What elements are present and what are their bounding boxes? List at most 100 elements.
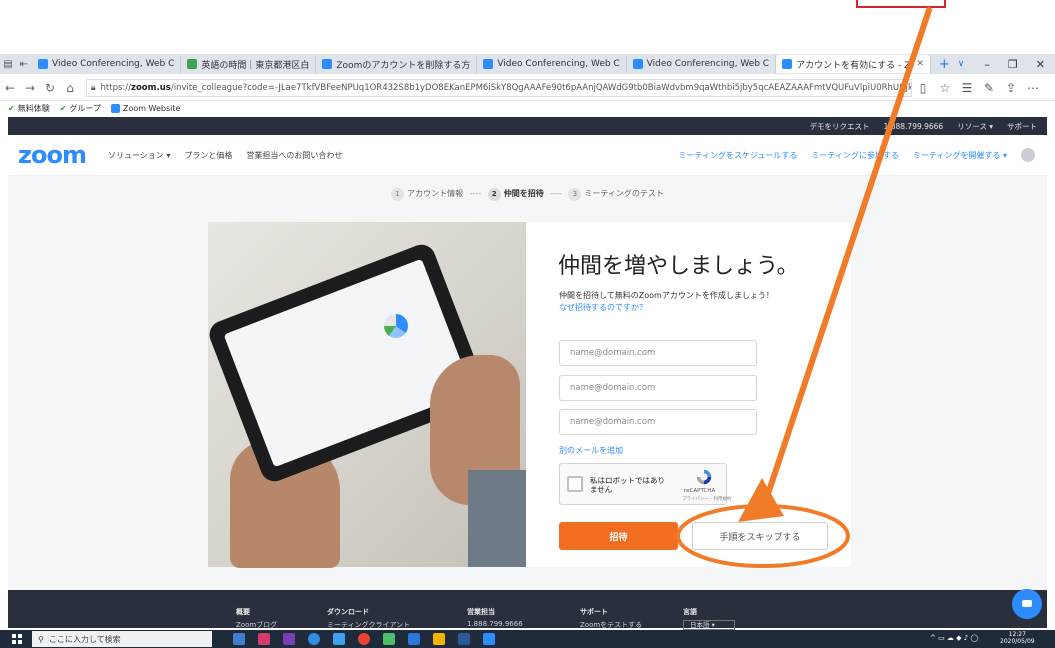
search-placeholder: ここに入力して検索 [48, 634, 121, 644]
restore-icon[interactable]: ❐ [1008, 58, 1018, 71]
edge-browser-icon[interactable] [308, 633, 320, 645]
step-number: 3 [568, 188, 582, 201]
url-prefix: https:// [100, 83, 131, 93]
chrome-icon[interactable] [358, 633, 370, 645]
browser-tab[interactable]: Video Conferencing, Web C [32, 55, 182, 73]
recaptcha-logo-icon [696, 469, 712, 485]
footer-heading: 営業担当 [467, 608, 495, 616]
close-window-icon[interactable]: ✕ [1036, 58, 1045, 71]
favorites-bar: ✔ 無料体験 ✔ グループ Zoom Website [0, 101, 1055, 116]
nav-plans-pricing[interactable]: プランと価格 [184, 150, 232, 161]
chat-icon[interactable] [1012, 589, 1042, 619]
app-icon[interactable] [283, 633, 295, 645]
avatar[interactable] [1021, 148, 1035, 162]
zoom-logo[interactable]: zoom [18, 141, 87, 169]
resources-menu[interactable]: リソース ▾ [957, 121, 993, 132]
minimize-icon[interactable]: – [984, 58, 990, 71]
tab-title: Video Conferencing, Web C [646, 59, 770, 69]
address-bar-row: ← → ↻ ⌂ 🔒︎ https://zoom.us/invite_collea… [0, 76, 1055, 101]
url-domain: zoom.us [131, 83, 171, 93]
favorite-star-icon[interactable]: ☆ [934, 81, 956, 95]
email-field-1[interactable] [559, 340, 757, 366]
zoom-footer [8, 590, 1047, 628]
schedule-meeting-link[interactable]: ミーティングをスケジュールする [678, 150, 797, 161]
app-icon[interactable] [408, 633, 420, 645]
zoom-favicon-icon [322, 59, 333, 69]
language-select[interactable]: 日本語 ▾ [683, 620, 735, 630]
browser-tab[interactable]: 英語の時間｜東京都港区白 [181, 55, 317, 73]
zoom-app-icon[interactable] [483, 633, 495, 645]
set-aside-tabs-icon[interactable]: ⇤ [16, 59, 32, 70]
back-icon[interactable]: ← [0, 81, 20, 95]
url-field[interactable]: 🔒︎ https://zoom.us/invite_colleague?code… [86, 79, 912, 97]
skip-step-button[interactable]: 手順をスキップする [692, 522, 828, 550]
why-invite-link[interactable]: なぜ招待するのですか？ [559, 302, 647, 313]
tab-title: 英語の時間｜東京都港区白 [201, 60, 310, 71]
favorite-label: Zoom Website [122, 104, 181, 113]
app-icon[interactable] [258, 633, 270, 645]
request-demo-link[interactable]: デモをリクエスト [810, 121, 870, 132]
reading-view-icon[interactable]: ▯ [912, 81, 934, 95]
recaptcha-brand: reCAPTCHA [684, 488, 716, 494]
footer-link[interactable]: ミーティングクライアント [327, 620, 410, 630]
favorite-item[interactable]: ✔ グループ [60, 103, 101, 114]
forward-icon[interactable]: → [20, 81, 40, 95]
support-link[interactable]: サポート [1007, 121, 1037, 132]
zoom-favicon-icon [38, 59, 48, 69]
taskbar-clock[interactable]: 12:27 2020/05/09 [1000, 631, 1035, 645]
home-icon[interactable]: ⌂ [60, 81, 80, 95]
nav-contact-sales[interactable]: 営業担当へのお問い合わせ [246, 150, 342, 161]
step-label-active: 仲間を招待 [503, 189, 544, 198]
new-tab-button[interactable]: + [931, 57, 958, 72]
footer-heading: サポート [580, 608, 608, 616]
app-icon[interactable] [333, 633, 345, 645]
email-field-2[interactable] [559, 375, 757, 401]
refresh-icon[interactable]: ↻ [40, 81, 60, 95]
page-title: 仲間を増やしましょう。 [558, 254, 799, 279]
app-icon[interactable] [383, 633, 395, 645]
task-view-icon[interactable] [233, 633, 245, 645]
host-meeting-link[interactable]: ミーティングを開催する ▾ [913, 150, 1007, 161]
clock-date: 2020/05/09 [1000, 638, 1035, 645]
notes-pen-icon[interactable]: ✎ [978, 81, 1000, 95]
recaptcha-terms[interactable]: プライバシー - 利用規約 [682, 496, 731, 502]
footer-heading: ダウンロード [327, 608, 369, 616]
footer-link[interactable]: Zoomブログ [236, 620, 277, 630]
signup-steps: 1 アカウント情報 ---- 2 仲間を招待 ---- 3 ミーティングのテスト [8, 188, 1047, 201]
search-icon: ⚲ [38, 634, 44, 644]
more-icon[interactable]: ⋯ [1022, 81, 1044, 95]
step-separator: ---- [469, 189, 482, 198]
zoom-favicon-icon [110, 104, 120, 113]
step-separator: ---- [550, 189, 562, 198]
nav-solutions[interactable]: ソリューション ▾ [108, 150, 170, 161]
sleeve-shape [468, 470, 526, 567]
share-icon[interactable]: ⇪ [1000, 81, 1022, 95]
browser-tab-active[interactable]: アカウントを有効にする - Z ✕ [776, 55, 931, 73]
tab-title: Video Conferencing, Web C [497, 59, 620, 69]
app-icon[interactable] [433, 633, 445, 645]
email-field-3[interactable] [559, 409, 757, 435]
favorite-item[interactable]: Zoom Website [110, 104, 181, 113]
step-number-active: 2 [487, 188, 501, 201]
footer-link[interactable]: Zoomをテストする [580, 620, 642, 630]
browser-tab[interactable]: Video Conferencing, Web C [627, 55, 777, 73]
tab-list-button[interactable]: ∨ [958, 59, 965, 69]
system-tray-icons[interactable]: ^ ▭ ☁ ◆ ♪ ◯ [930, 634, 978, 642]
add-email-link[interactable]: 別のメールを追加 [559, 445, 623, 456]
recaptcha-checkbox[interactable] [567, 476, 583, 492]
close-tab-icon[interactable]: ✕ [916, 59, 924, 69]
browser-tab[interactable]: Video Conferencing, Web C [477, 55, 627, 73]
tab-title: アカウントを有効にする - Z [796, 60, 911, 71]
favorite-label: グループ [69, 104, 101, 113]
word-icon[interactable] [458, 633, 470, 645]
favorite-item[interactable]: ✔ 無料体験 [8, 103, 50, 114]
join-meeting-link[interactable]: ミーティングに参加する [811, 150, 899, 161]
tab-actions-icon[interactable]: ▤ [0, 59, 16, 70]
windows-start-icon[interactable] [12, 634, 22, 644]
browser-tab[interactable]: Zoomのアカウントを削除する方 [316, 55, 478, 73]
browser-tab-strip: ▤ ⇤ Video Conferencing, Web C 英語の時間｜東京都港… [0, 54, 1055, 74]
tab-title: Video Conferencing, Web C [52, 59, 175, 69]
favorites-hub-icon[interactable]: ☰ [956, 81, 978, 95]
taskbar-search[interactable]: ⚲ ここに入力して検索 [32, 631, 212, 647]
invite-button[interactable]: 招待 [559, 522, 678, 550]
